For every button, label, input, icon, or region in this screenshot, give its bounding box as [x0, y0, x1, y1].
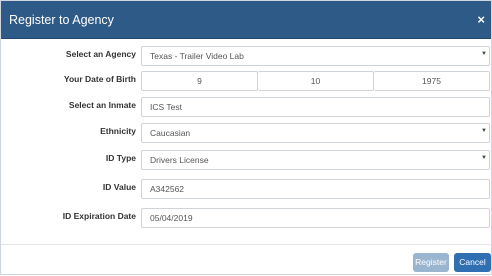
inmate-input[interactable]: ICS Test [141, 97, 490, 117]
id-type-row: ID Type Drivers License ▼ [1, 150, 492, 170]
agency-value: Texas - Trailer Video Lab [150, 51, 244, 61]
dialog-header: Register to Agency × [1, 1, 491, 39]
dob-day-field[interactable]: 10 [258, 71, 374, 91]
inmate-label: Select an Inmate [68, 100, 136, 110]
chevron-down-icon: ▼ [481, 155, 487, 161]
dialog-footer: Register Cancel [1, 244, 491, 276]
id-value-row: ID Value A342562 [1, 179, 492, 199]
agency-select[interactable]: Texas - Trailer Video Lab ▼ [141, 46, 490, 66]
dob-month-field[interactable]: 9 [141, 71, 258, 91]
dob-fields: 9 10 1975 [141, 71, 490, 91]
ethnicity-select[interactable]: Caucasian ▼ [141, 123, 490, 143]
id-expiration-value: 05/04/2019 [150, 213, 193, 223]
cancel-button[interactable]: Cancel [454, 253, 491, 272]
dob-row: Your Date of Birth 9 10 1975 [1, 71, 492, 91]
agency-row: Select an Agency Texas - Trailer Video L… [1, 46, 492, 66]
close-icon[interactable]: × [477, 13, 485, 26]
id-value-input[interactable]: A342562 [141, 179, 490, 199]
chevron-down-icon: ▼ [481, 128, 487, 134]
dob-label: Your Date of Birth [63, 74, 136, 84]
dob-year-field[interactable]: 1975 [374, 71, 490, 91]
id-type-value: Drivers License [150, 155, 209, 165]
ethnicity-row: Ethnicity Caucasian ▼ [1, 123, 492, 143]
dialog-title: Register to Agency [9, 12, 114, 27]
chevron-down-icon: ▼ [481, 51, 487, 57]
register-agency-dialog: Register to Agency × Select an Agency Te… [0, 0, 492, 275]
id-type-select[interactable]: Drivers License ▼ [141, 150, 490, 170]
id-value-label: ID Value [102, 182, 136, 192]
agency-label: Select an Agency [65, 49, 136, 59]
id-value-text: A342562 [150, 184, 185, 194]
register-button[interactable]: Register [413, 253, 449, 272]
inmate-value: ICS Test [150, 102, 182, 112]
id-expiration-input[interactable]: 05/04/2019 [141, 208, 490, 228]
ethnicity-value: Caucasian [150, 128, 191, 138]
id-type-label: ID Type [105, 153, 136, 163]
id-expiration-label: ID Expiration Date [62, 211, 136, 221]
inmate-row: Select an Inmate ICS Test [1, 97, 492, 117]
id-expiration-row: ID Expiration Date 05/04/2019 [1, 208, 492, 228]
ethnicity-label: Ethnicity [100, 126, 136, 136]
